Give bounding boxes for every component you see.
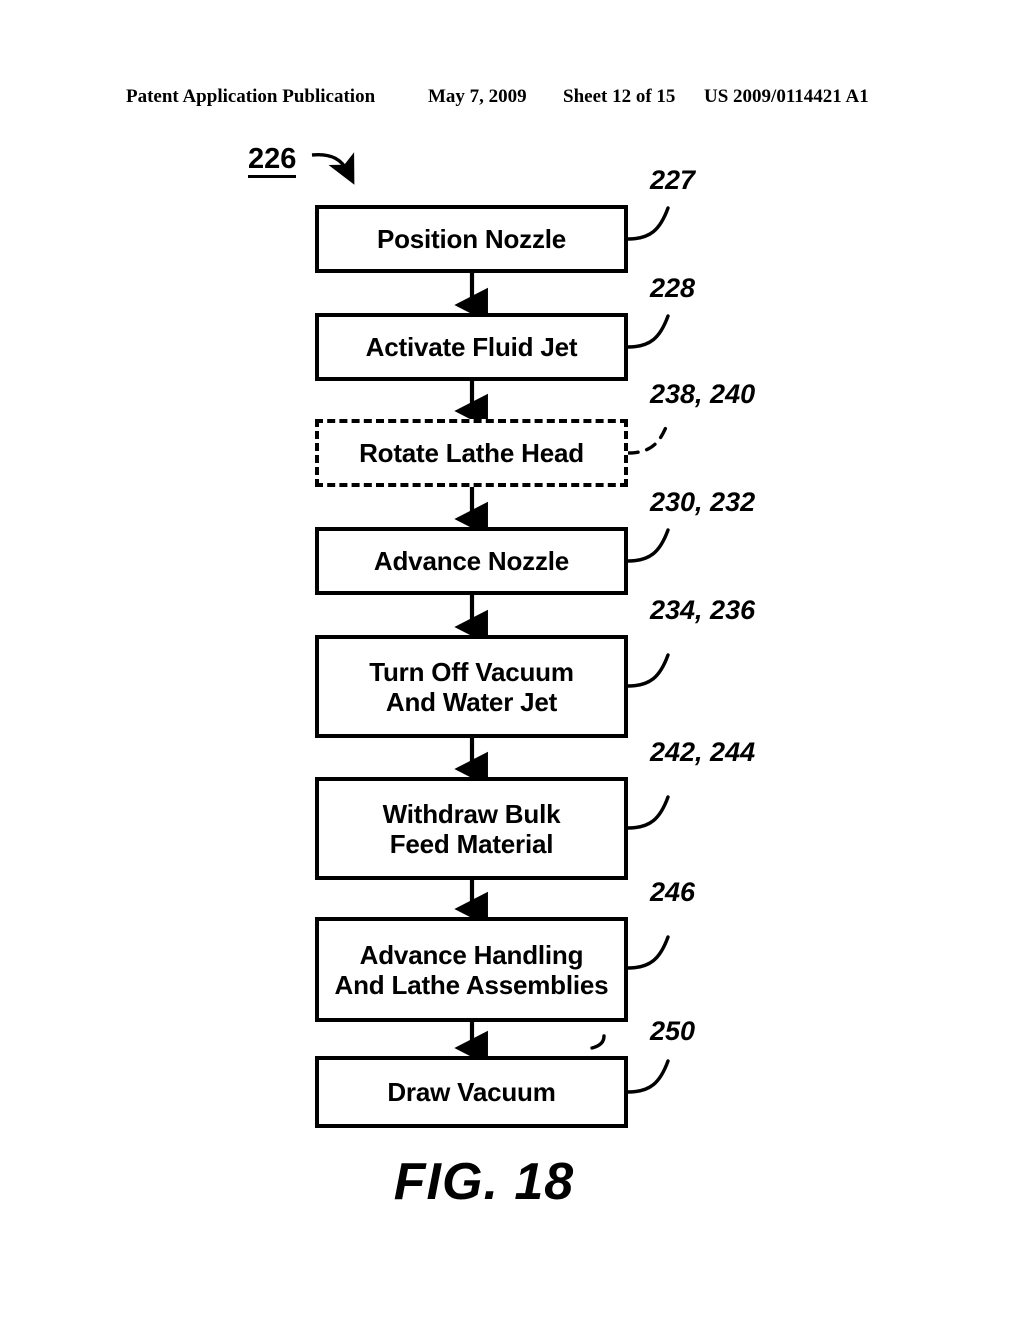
header-publication-date: May 7, 2009	[428, 86, 527, 107]
process-box-turn-off-vacuum-and-water-jet: Turn Off Vacuum And Water Jet	[315, 635, 628, 738]
header-patent-number: US 2009/0114421 A1	[704, 86, 869, 107]
reference-numeral-230-232: 230, 232	[650, 487, 756, 517]
process-box-advance-handling-and-lathe-assemblies: Advance Handling And Lathe Assemblies	[315, 917, 628, 1022]
process-box-label: Position Nozzle	[376, 224, 567, 254]
patent-figure-page: Patent Application Publication May 7, 20…	[0, 0, 1024, 1320]
process-box-label: Draw Vacuum	[387, 1077, 556, 1107]
leader-line-242-244	[626, 795, 670, 830]
figure-caption: FIG. 18	[0, 1152, 1024, 1212]
process-box-label: Withdraw Bulk Feed Material	[382, 798, 561, 859]
process-box-rotate-lathe-head: Rotate Lathe Head	[315, 419, 628, 487]
reference-numeral-228: 228	[650, 273, 696, 303]
leader-line-246	[626, 935, 670, 970]
leader-line-230-232	[626, 528, 670, 563]
leader-line-238-240	[626, 420, 670, 455]
leader-line-250	[626, 1059, 670, 1094]
reference-numeral-234-236: 234, 236	[650, 595, 756, 625]
process-box-label: Activate Fluid Jet	[365, 332, 578, 362]
process-box-label: Advance Handling And Lathe Assemblies	[334, 939, 609, 1000]
leader-line-234-236	[626, 653, 670, 688]
assembly-pointer-arrow	[311, 152, 355, 185]
header-sheet-number: Sheet 12 of 15	[563, 86, 676, 107]
figure-caption-text: FIG. 18	[393, 1153, 575, 1211]
reference-numeral-242-244: 242, 244	[650, 737, 756, 767]
process-box-label: Rotate Lathe Head	[359, 438, 584, 468]
process-box-draw-vacuum: Draw Vacuum	[315, 1056, 628, 1128]
process-box-label: Turn Off Vacuum And Water Jet	[369, 656, 574, 717]
assembly-reference-numeral: 226	[248, 144, 297, 178]
process-box-withdraw-bulk-feed-material: Withdraw Bulk Feed Material	[315, 777, 628, 880]
reference-numeral-246: 246	[650, 877, 696, 907]
stray-leader-mark	[590, 1034, 606, 1050]
process-box-position-nozzle: Position Nozzle	[315, 205, 628, 273]
header-publication-title: Patent Application Publication	[126, 86, 376, 107]
leader-line-228	[626, 314, 670, 349]
publication-header: Patent Application Publication May 7, 20…	[0, 86, 1024, 112]
process-box-activate-fluid-jet: Activate Fluid Jet	[315, 313, 628, 381]
leader-line-227	[626, 206, 670, 241]
process-box-label: Advance Nozzle	[373, 546, 570, 576]
reference-numeral-227: 227	[650, 165, 696, 195]
reference-numeral-250: 250	[650, 1016, 696, 1046]
reference-numeral-238-240: 238, 240	[650, 379, 756, 409]
process-box-advance-nozzle: Advance Nozzle	[315, 527, 628, 595]
